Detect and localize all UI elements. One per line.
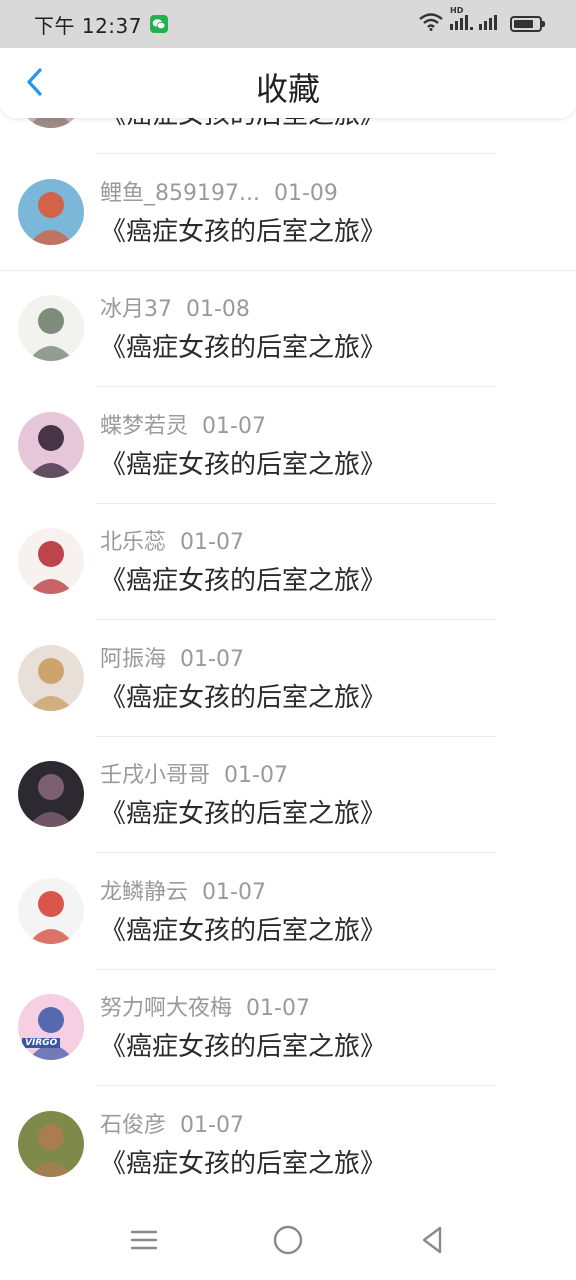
item-meta: 蝶梦若灵 01-07 [100, 408, 266, 440]
list-item[interactable]: 壬戌小哥哥 01-07 《癌症女孩的后室之旅》 [0, 737, 576, 853]
date: 01-09 [273, 180, 338, 206]
date: 01-07 [180, 646, 244, 672]
list-item[interactable]: 北乐蕊 01-07 《癌症女孩的后室之旅》 [0, 504, 576, 620]
date: 01-07 [224, 763, 288, 788]
username[interactable]: 努力啊大夜梅 [100, 996, 232, 1021]
date: 01-07 [202, 413, 266, 439]
username[interactable]: 鲤鱼_859197... [100, 181, 260, 206]
signal-icon: HD [450, 6, 504, 35]
item-title[interactable]: 《癌症女孩的后室之旅》 [100, 327, 386, 364]
date: 01-07 [246, 996, 310, 1021]
home-button[interactable] [268, 1220, 308, 1260]
wechat-icon [150, 15, 168, 33]
item-meta: 石俊彦 01-07 [100, 1107, 244, 1139]
username[interactable]: 龙鳞静云 [100, 880, 188, 905]
item-title[interactable]: 《癌症女孩的后室之旅》 [100, 677, 386, 714]
item-title[interactable]: 《癌症女孩的后室之旅》 [100, 444, 386, 481]
navigation-bar [0, 1200, 576, 1280]
item-meta: 鲤鱼_859197... 01-09 [100, 175, 338, 207]
avatar[interactable]: VIRGO [18, 994, 84, 1060]
date: 01-07 [180, 1112, 244, 1138]
hd-label: HD [450, 6, 464, 15]
avatar[interactable] [18, 877, 84, 944]
menu-button[interactable] [124, 1220, 164, 1260]
wifi-icon [418, 13, 444, 35]
list-item[interactable]: 蝶梦若灵 01-07 《癌症女孩的后室之旅》 [0, 388, 576, 504]
username[interactable]: 蝶梦若灵 [100, 414, 188, 439]
avatar[interactable] [18, 644, 84, 711]
list-item[interactable]: 石俊彦 01-07 《癌症女孩的后室之旅》 [0, 1087, 576, 1201]
back-nav-button[interactable] [412, 1220, 452, 1260]
item-title[interactable]: 《癌症女孩的后室之旅》 [100, 793, 386, 830]
avatar[interactable] [18, 528, 84, 594]
list-item[interactable]: VIRGO 努力啊大夜梅 01-07 《癌症女孩的后室之旅》 [0, 970, 576, 1086]
favorites-list: 《癌症女孩的后室之旅》鲤鱼_859197...01-09《癌症女孩的后室之旅》冰… [0, 82, 576, 1200]
item-meta: 阿振海 01-07 [100, 641, 244, 673]
battery-level [514, 20, 533, 28]
header: 收藏 [0, 46, 576, 118]
item-title[interactable]: 《癌症女孩的后室之旅》 [100, 211, 386, 248]
username[interactable]: 冰月37 [100, 297, 172, 322]
item-meta: 壬戌小哥哥 01-07 [100, 757, 288, 789]
item-title[interactable]: 《癌症女孩的后室之旅》 [100, 1143, 386, 1180]
username[interactable]: 阿振海 [100, 647, 166, 672]
date: 01-07 [202, 879, 266, 905]
menu-icon [130, 1230, 158, 1250]
triangle-back-icon [422, 1226, 442, 1254]
avatar[interactable] [18, 411, 84, 478]
list-item[interactable]: 龙鳞静云 01-07 《癌症女孩的后室之旅》 [0, 854, 576, 970]
item-meta: 冰月37 01-08 [100, 291, 250, 323]
list-item[interactable]: 冰月37 01-08 《癌症女孩的后室之旅》 [0, 271, 576, 387]
date: 01-07 [180, 530, 244, 555]
item-title[interactable]: 《癌症女孩的后室之旅》 [100, 910, 386, 947]
avatar[interactable] [18, 295, 84, 361]
username[interactable]: 北乐蕊 [100, 530, 166, 555]
list-item[interactable]: 阿振海 01-07 《癌症女孩的后室之旅》 [0, 621, 576, 737]
list-item[interactable]: 鲤鱼_859197... 01-09 《癌症女孩的后室之旅》 [0, 155, 576, 271]
avatar[interactable] [18, 1110, 84, 1177]
item-meta: 龙鳞静云 01-07 [100, 874, 266, 906]
item-title[interactable]: 《癌症女孩的后室之旅》 [100, 560, 386, 597]
avatar[interactable] [18, 178, 84, 245]
username[interactable]: 石俊彦 [100, 1113, 166, 1138]
page-title: 收藏 [255, 70, 320, 108]
status-icons: HD [418, 6, 545, 35]
username[interactable]: 壬戌小哥哥 [100, 763, 210, 788]
avatar[interactable] [18, 761, 84, 827]
battery-icon [510, 16, 545, 32]
item-title[interactable]: 《癌症女孩的后室之旅》 [100, 1026, 386, 1063]
item-meta: 北乐蕊 01-07 [100, 524, 244, 556]
item-meta: 努力啊大夜梅 01-07 [100, 990, 310, 1022]
status-time: 下午 12:37 [34, 13, 142, 38]
date: 01-08 [186, 297, 250, 322]
home-circle-icon [273, 1225, 303, 1255]
status-bar: 下午 12:37 HD [0, 0, 576, 48]
avatar-label: VIRGO [22, 1038, 61, 1048]
